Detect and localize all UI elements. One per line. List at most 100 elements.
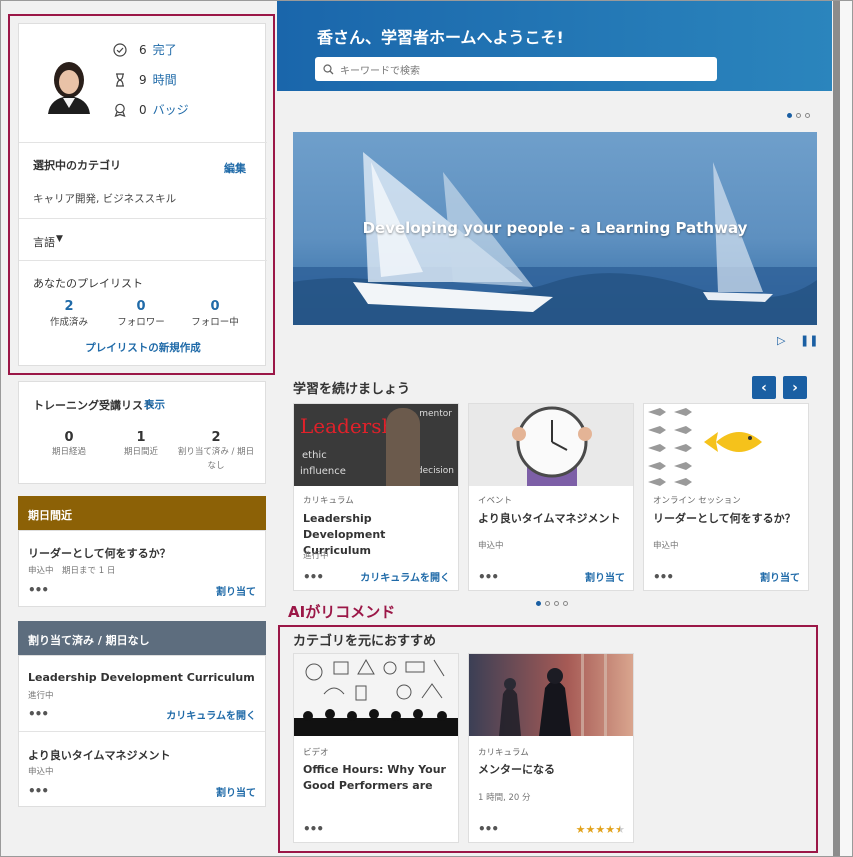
more-options-icon[interactable]: ••• [653,570,674,584]
page-frame: 6 完了 9 時間 0 バッジ 選択中のカテゴリ 編集 キャリア開発, ビジネス… [0,0,853,857]
assigned-item-1-status: 進行中 [28,691,54,701]
assigned-item-2[interactable]: より良いタイムマネジメント 申込中 ••• 割り当て [19,732,265,806]
star-icon: ★ [595,822,606,836]
ai-recommend-label: AIがリコメンド [288,603,396,621]
more-options-icon[interactable]: ••• [478,822,499,836]
welcome-header: 香さん、学習者ホームへようこそ! キーワードで検索 [277,1,832,91]
training-assigned[interactable]: 2 割り当て済み / 期日なし [177,430,255,473]
pager-dot[interactable] [554,601,559,606]
mentor-thumbnail [469,654,633,736]
leadership-thumbnail: Leadership ethic influence mentor decisi… [294,404,458,486]
more-options-icon[interactable]: ••• [303,822,324,836]
assigned-item-2-title: より良いタイムマネジメント [28,749,171,762]
course-title: メンターになる [478,763,555,776]
course-type: カリキュラム [478,748,529,758]
business-people-icon [499,654,607,736]
more-options-icon[interactable]: ••• [478,570,499,584]
pager-dot[interactable] [796,113,801,118]
more-options-icon[interactable]: ••• [28,583,49,597]
course-type: イベント [478,496,513,506]
fish-icon [648,408,762,486]
course-type: ビデオ [303,748,329,758]
assigned-item-1[interactable]: Leadership Development Curriculum 進行中 ••… [19,656,265,732]
continue-pager[interactable] [536,601,568,606]
due-soon-item-status: 申込中 期日まで 1 日 [28,566,116,576]
banner-title: Developing your people - a Learning Path… [362,219,748,237]
course-card-leader[interactable]: オンライン セッション リーダーとして何をするか？ 申込中 ••• 割り当て [643,403,809,591]
carousel-next-button[interactable]: › [783,376,807,399]
course-title: より良いタイムマネジメント [478,512,621,525]
course-card-time-management[interactable]: イベント より良いタイムマネジメント 申込中 ••• 割り当て [468,403,634,591]
chevron-left-icon: ‹ [761,379,767,396]
star-rating: ★ ★ ★ ★ ★ [576,824,625,835]
due-soon-header: 期日間近 [18,496,266,530]
assigned-item-1-title: Leadership Development Curriculum [28,671,255,684]
clock-thumbnail [469,404,633,486]
continue-learning-title: 学習を続けましょう [293,382,411,397]
search-icon [323,63,334,75]
training-list-card: トレーニング受講リスト 表示 0 期日経過 1 期日間近 2 割り当て済み / … [18,381,266,484]
assign-link[interactable]: 割り当て [760,569,800,584]
assigned-list: Leadership Development Curriculum 進行中 ••… [18,655,266,807]
assign-link[interactable]: 割り当て [585,569,625,584]
due-soon-count: 1 [136,430,146,445]
business-doodle-icon [294,658,458,736]
recommended-by-category-title: カテゴリを元におすすめ [293,634,437,649]
fish-thumbnail [644,404,808,486]
assigned-count: 2 [211,430,221,445]
open-curriculum-link[interactable]: カリキュラムを開く [360,569,450,584]
search-placeholder: キーワードで検索 [340,65,420,77]
clock-icon [512,406,592,486]
training-list-show-link[interactable]: 表示 [144,397,165,412]
recommended-card-mentor[interactable]: カリキュラム メンターになる 1 時間, 20 分 ••• ★ ★ ★ ★ ★ [468,653,634,843]
course-type: カリキュラム [303,496,354,506]
search-input[interactable]: キーワードで検索 [315,57,717,81]
carousel-prev-button[interactable]: ‹ [752,376,776,399]
due-soon-item[interactable]: リーダーとして何をするか？ 申込中 期日まで 1 日 ••• 割り当て [18,530,266,607]
assigned-label: 割り当て済み / 期日なし [177,447,255,471]
recommended-card-office-hours[interactable]: ビデオ Office Hours: Why Your Good Performe… [293,653,459,843]
assigned-item-2-status: 申込中 [28,767,54,777]
more-options-icon[interactable]: ••• [28,707,49,721]
chevron-right-icon: › [792,379,798,396]
training-list-title: トレーニング受講リスト [33,399,154,412]
scrollbar-thumb[interactable] [833,1,840,856]
more-options-icon[interactable]: ••• [303,570,324,584]
star-icon: ★ [615,822,625,836]
pause-icon[interactable]: ❚❚ [800,334,818,347]
course-status: 進行中 [303,551,329,561]
pager-dot[interactable] [563,601,568,606]
welcome-title: 香さん、学習者ホームへようこそ! [317,28,564,47]
star-icon: ★ [585,822,596,836]
course-status: 申込中 [478,541,504,551]
assign-link[interactable]: 割り当て [216,784,256,799]
training-overdue[interactable]: 0 期日経過 [34,430,104,457]
course-status: 申込中 [653,541,679,551]
open-curriculum-link[interactable]: カリキュラムを開く [166,707,256,722]
pager-dot-active[interactable] [787,113,792,118]
play-icon[interactable]: ▷ [777,334,785,347]
course-duration: 1 時間, 20 分 [478,793,531,803]
banner-pager[interactable] [787,113,810,118]
assign-link[interactable]: 割り当て [216,583,256,598]
ideas-thumbnail [294,654,458,736]
course-title: Office Hours: Why Your Good Performers a… [303,763,446,796]
more-options-icon[interactable]: ••• [28,784,49,798]
pager-dot-active[interactable] [536,601,541,606]
featured-banner[interactable]: Developing your people - a Learning Path… [293,132,817,325]
training-due-soon[interactable]: 1 期日間近 [106,430,176,457]
overdue-count: 0 [64,430,74,445]
pager-dot[interactable] [545,601,550,606]
course-title: リーダーとして何をするか？ [653,512,796,525]
course-type: オンライン セッション [653,496,741,506]
due-soon-label: 期日間近 [123,447,158,457]
star-icon: ★ [605,822,616,836]
overdue-label: 期日経過 [51,447,86,457]
assigned-no-due-header: 割り当て済み / 期日なし [18,621,266,655]
due-soon-item-title: リーダーとして何をするか？ [28,547,171,560]
pager-dot[interactable] [805,113,810,118]
profile-highlight-box [8,14,275,375]
star-icon: ★ [575,822,586,836]
course-card-leadership[interactable]: Leadership ethic influence mentor decisi… [293,403,459,591]
scrollbar-track[interactable] [840,1,852,856]
